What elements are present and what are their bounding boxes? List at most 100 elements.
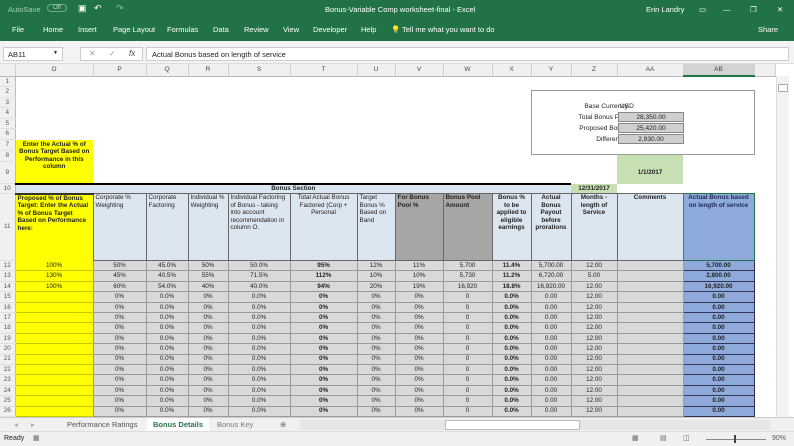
- page-break-view-icon[interactable]: ◫: [683, 434, 690, 442]
- column-header-cell-u[interactable]: Target Bonus % Based on Band: [357, 194, 395, 261]
- column-header-cell-v[interactable]: For Bonus Pool %: [395, 194, 443, 261]
- cell-t[interactable]: 95%: [290, 261, 357, 271]
- column-header-cell-q[interactable]: Corporate Factoring: [146, 194, 188, 261]
- cell-v[interactable]: 11%: [395, 261, 443, 271]
- row-header[interactable]: 16: [0, 302, 15, 312]
- tab-page-layout[interactable]: Page Layout: [113, 25, 155, 34]
- cell-ab[interactable]: 0.00: [683, 313, 754, 323]
- cell-s[interactable]: 50.0%: [228, 261, 290, 271]
- cell-v[interactable]: 0%: [395, 344, 443, 354]
- cell-aa[interactable]: [617, 323, 683, 333]
- cell-p[interactable]: 0%: [93, 406, 146, 416]
- column-header-r[interactable]: R: [188, 64, 228, 76]
- end-date-cell[interactable]: 12/31/2017: [571, 184, 617, 194]
- cell-o[interactable]: [15, 375, 93, 385]
- cell-s[interactable]: 0.0%: [228, 323, 290, 333]
- cell-ab[interactable]: 0.00: [683, 375, 754, 385]
- cell-z[interactable]: 12.00: [571, 292, 617, 302]
- cell-u[interactable]: 0%: [357, 313, 395, 323]
- cell-ab[interactable]: 0.00: [683, 292, 754, 302]
- cell-aa[interactable]: [617, 313, 683, 323]
- cell-z[interactable]: 12.00: [571, 354, 617, 364]
- cell-p[interactable]: 0%: [93, 354, 146, 364]
- cell-v[interactable]: 0%: [395, 364, 443, 374]
- cell-r[interactable]: 0%: [188, 354, 228, 364]
- cell-ab[interactable]: 2,800.00: [683, 271, 754, 281]
- column-header-cell-z[interactable]: Months - length of Service: [571, 194, 617, 261]
- row-header-9[interactable]: 9: [0, 162, 15, 184]
- cell-q[interactable]: 0.0%: [146, 385, 188, 395]
- cell-u[interactable]: 0%: [357, 292, 395, 302]
- empty-cell[interactable]: [683, 162, 775, 184]
- cell-u[interactable]: 0%: [357, 344, 395, 354]
- cell-z[interactable]: 12.00: [571, 281, 617, 291]
- cell-w[interactable]: 0: [443, 385, 492, 395]
- instruction-cell[interactable]: Enter the Actual % of Bonus Target Based…: [15, 140, 93, 184]
- cell-u[interactable]: 0%: [357, 354, 395, 364]
- cell-w[interactable]: 0: [443, 313, 492, 323]
- cell-ab[interactable]: 0.00: [683, 344, 754, 354]
- cell-q[interactable]: 0.0%: [146, 344, 188, 354]
- tab-home[interactable]: Home: [43, 25, 63, 34]
- cell-aa[interactable]: [617, 396, 683, 406]
- cell-q[interactable]: 0.0%: [146, 364, 188, 374]
- cell-ab[interactable]: 5,700.00: [683, 261, 754, 271]
- cell-p[interactable]: 0%: [93, 364, 146, 374]
- cell-o[interactable]: [15, 302, 93, 312]
- cell-z[interactable]: 12.00: [571, 261, 617, 271]
- cell-y[interactable]: 5,700.00: [531, 261, 571, 271]
- cell-q[interactable]: 0.0%: [146, 396, 188, 406]
- cell-o[interactable]: 100%: [15, 281, 93, 291]
- cell-w[interactable]: 0: [443, 396, 492, 406]
- tab-help[interactable]: Help: [361, 25, 376, 34]
- row-header[interactable]: 15: [0, 292, 15, 302]
- cell-o[interactable]: [15, 292, 93, 302]
- cancel-icon[interactable]: ✕: [89, 49, 96, 58]
- column-header-aa[interactable]: AA: [617, 64, 683, 76]
- cell-o[interactable]: [15, 344, 93, 354]
- cell-aa[interactable]: [617, 375, 683, 385]
- cell-v[interactable]: 10%: [395, 271, 443, 281]
- tell-me-input[interactable]: Tell me what you want to do: [402, 25, 495, 34]
- column-header-q[interactable]: Q: [146, 64, 188, 76]
- cell-r[interactable]: 0%: [188, 333, 228, 343]
- cell-w[interactable]: 0: [443, 323, 492, 333]
- row-header-1[interactable]: 1: [0, 76, 15, 87]
- cell-ab[interactable]: 16,920.00: [683, 281, 754, 291]
- cell-x[interactable]: 0.0%: [492, 364, 531, 374]
- column-header-cell-s[interactable]: Individual Factoring of Bonus - taking i…: [228, 194, 290, 261]
- row-header-3[interactable]: 3: [0, 97, 15, 108]
- cell-y[interactable]: 0.00: [531, 406, 571, 416]
- cell-w[interactable]: 0: [443, 375, 492, 385]
- column-header-cell-t[interactable]: Total Actual Bonus Factored (Corp + Pers…: [290, 194, 357, 261]
- row-header[interactable]: 25: [0, 396, 15, 406]
- row-header-8[interactable]: 8: [0, 151, 15, 162]
- cell-t[interactable]: 0%: [290, 396, 357, 406]
- cell-v[interactable]: 0%: [395, 292, 443, 302]
- cell-v[interactable]: 0%: [395, 375, 443, 385]
- cell-t[interactable]: 0%: [290, 406, 357, 416]
- cell-r[interactable]: 55%: [188, 271, 228, 281]
- cell-aa[interactable]: [617, 261, 683, 271]
- cell-q[interactable]: 0.0%: [146, 354, 188, 364]
- cell-o[interactable]: [15, 323, 93, 333]
- cell-s[interactable]: 0.0%: [228, 364, 290, 374]
- cell-v[interactable]: 0%: [395, 354, 443, 364]
- cell-aa[interactable]: [617, 385, 683, 395]
- cell-x[interactable]: 0.0%: [492, 375, 531, 385]
- enter-icon[interactable]: ✓: [109, 49, 116, 58]
- column-header-v[interactable]: V: [395, 64, 443, 76]
- cell-u[interactable]: 0%: [357, 396, 395, 406]
- cell-r[interactable]: 0%: [188, 375, 228, 385]
- cell-o[interactable]: [15, 385, 93, 395]
- cell-r[interactable]: 40%: [188, 281, 228, 291]
- row-header[interactable]: 12: [0, 261, 15, 271]
- cell-s[interactable]: 0.0%: [228, 354, 290, 364]
- chevron-down-icon[interactable]: ▼: [53, 50, 58, 56]
- cell-p[interactable]: 0%: [93, 313, 146, 323]
- empty-cell[interactable]: [617, 184, 775, 194]
- cell-ab[interactable]: 0.00: [683, 364, 754, 374]
- cell-aa[interactable]: [617, 281, 683, 291]
- cell-t[interactable]: 94%: [290, 281, 357, 291]
- cell-z[interactable]: 5.00: [571, 271, 617, 281]
